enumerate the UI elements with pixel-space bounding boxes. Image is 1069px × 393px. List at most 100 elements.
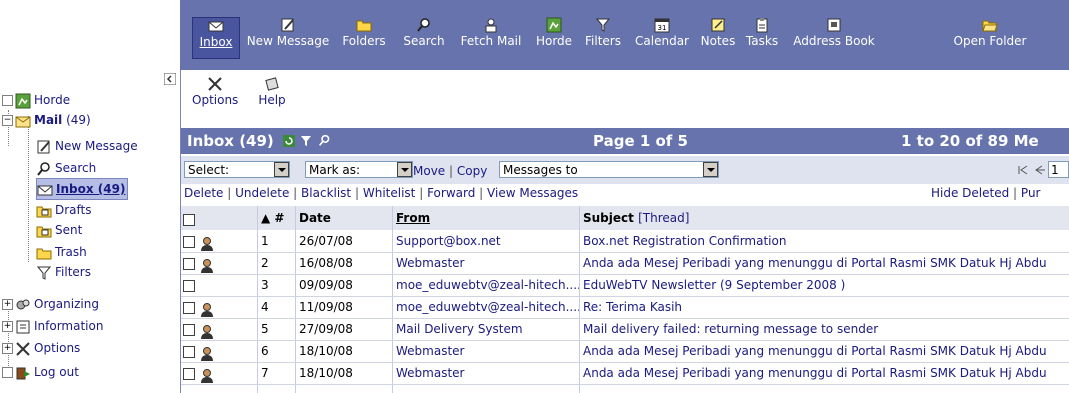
sidebar-item-label: Organizing [34, 297, 99, 311]
toolbar-filters-button[interactable]: Filters [580, 17, 626, 57]
search-icon[interactable] [318, 134, 331, 147]
collapse-sidebar-icon[interactable] [164, 73, 176, 85]
sidebar-item-information[interactable]: + Information [2, 316, 103, 336]
row-checkbox[interactable] [183, 296, 195, 318]
sidebar-item-filters[interactable]: Filters [36, 262, 91, 282]
message-subject[interactable]: Mail delivery failed: returning message … [583, 318, 1069, 340]
sidebar-item-label: Trash [55, 245, 87, 259]
options-icon [16, 341, 30, 356]
table-row[interactable]: 1 26/07/08 Support@box.net Box.net Registra… [181, 230, 1069, 253]
previous-page-icon[interactable] [1033, 164, 1045, 176]
toolbar-address-book-button[interactable]: Address Book [786, 17, 882, 57]
toolbar-fetch-mail-button[interactable]: Fetch Mail [456, 17, 526, 57]
message-subject[interactable]: Box.net Registration Confirmation [583, 230, 1069, 252]
toolbar-tasks-button[interactable]: Tasks [742, 17, 782, 57]
row-checkbox[interactable] [183, 362, 195, 384]
date-header[interactable]: Date [299, 206, 331, 230]
toolbar-inbox-button[interactable]: Inbox [192, 17, 240, 59]
hide-deleted-link[interactable]: Hide Deleted [931, 186, 1009, 200]
toolbar-new-message-button[interactable]: New Message [246, 17, 330, 57]
toolbar-folders-button[interactable]: Folders [336, 17, 392, 57]
toolbar-horde-button[interactable]: Horde [532, 17, 576, 57]
table-row[interactable]: 7 18/10/08 Webmaster Anda ada Mesej Peribad… [181, 362, 1069, 385]
message-number: 1 [261, 234, 269, 248]
tree-expander[interactable]: − [2, 115, 13, 126]
message-from[interactable]: Webmaster [396, 252, 579, 274]
refresh-icon[interactable] [283, 135, 296, 147]
select-dropdown[interactable]: Select: [184, 161, 290, 178]
undelete-link[interactable]: Undelete [235, 186, 289, 200]
delete-link[interactable]: Delete [184, 186, 223, 200]
toolbar-calendar-button[interactable]: 31 Calendar [632, 17, 692, 57]
table-row[interactable]: 5 27/09/08 Mail Delivery System Mail delive… [181, 318, 1069, 341]
view-messages-link[interactable]: View Messages [487, 186, 578, 200]
sort-number-header[interactable]: ▲ # [261, 206, 284, 230]
sidebar-item-label: Inbox (49) [56, 182, 126, 196]
toolbar-open-folder-label: Open Folder [953, 34, 1027, 48]
message-from[interactable]: moe_eduwebtv@zeal-hitech.... [396, 296, 579, 318]
row-checkbox[interactable] [183, 230, 195, 252]
purge-link[interactable]: Pur [1021, 186, 1041, 200]
message-date: 26/07/08 [299, 234, 353, 248]
toolbar-notes-button[interactable]: Notes [698, 17, 738, 57]
row-checkbox[interactable] [183, 252, 195, 274]
messages-to-dropdown[interactable]: Messages to [499, 161, 719, 178]
toolbar-options-button[interactable]: Options [192, 76, 238, 107]
sidebar-item-inbox[interactable]: Inbox (49) [36, 178, 129, 200]
mark-as-dropdown[interactable]: Mark as: [305, 161, 413, 178]
message-subject[interactable]: Anda ada Mesej Peribadi yang menunggu di… [583, 340, 1069, 362]
new-message-icon [37, 140, 50, 153]
sidebar-item-log-out[interactable]: Log out [2, 362, 79, 382]
envelope-icon [37, 185, 53, 195]
sidebar-item-options[interactable]: + Options [2, 338, 80, 358]
row-checkbox[interactable] [183, 340, 195, 362]
message-subject[interactable]: EduWebTV Newsletter (9 September 2008 ) [583, 274, 1069, 296]
blacklist-link[interactable]: Blacklist [301, 186, 351, 200]
message-from[interactable]: Webmaster [396, 362, 579, 384]
forward-link[interactable]: Forward [427, 186, 475, 200]
whitelist-link[interactable]: Whitelist [363, 186, 416, 200]
row-checkbox[interactable] [183, 318, 195, 340]
message-from[interactable]: Support@box.net [396, 230, 579, 252]
page-number-input[interactable]: 1 [1048, 161, 1069, 178]
tree-expander[interactable]: + [2, 299, 13, 310]
sidebar-mail-count: (49) [66, 113, 91, 127]
calendar-icon-day: 31 [658, 24, 667, 32]
first-page-icon[interactable] [1017, 164, 1029, 176]
table-row[interactable]: 2 16/08/08 Webmaster Anda ada Mesej Peribad… [181, 252, 1069, 275]
message-number: 4 [261, 300, 269, 314]
message-subject[interactable]: Re: Terima Kasih [583, 296, 1069, 318]
move-link[interactable]: Move [413, 164, 445, 178]
sidebar-item-new-message[interactable]: New Message [36, 136, 138, 156]
table-row[interactable]: 6 18/10/08 Webmaster Anda ada Mesej Peribad… [181, 340, 1069, 363]
subject-header[interactable]: Subject [Thread] [583, 206, 689, 230]
sidebar-item-drafts[interactable]: Drafts [36, 200, 92, 220]
open-folder-icon [982, 20, 998, 32]
toolbar-open-folder-button[interactable]: Open Folder [950, 17, 1030, 57]
tree-expander[interactable] [2, 95, 13, 106]
message-subject[interactable]: Anda ada Mesej Peribadi yang menunggu di… [583, 252, 1069, 274]
table-row[interactable]: 3 09/09/08 moe_eduwebtv@zeal-hitech.... Edu… [181, 274, 1069, 297]
tree-expander[interactable] [2, 367, 13, 378]
tree-expander[interactable]: + [2, 321, 13, 332]
toolbar-search-button[interactable]: Search [398, 17, 450, 57]
table-row[interactable]: 4 11/09/08 moe_eduwebtv@zeal-hitech.... Re:… [181, 296, 1069, 319]
message-from[interactable]: moe_eduwebtv@zeal-hitech.... [396, 274, 579, 296]
sidebar-item-sent[interactable]: Sent [36, 220, 82, 240]
toolbar-help-button[interactable]: Help [256, 76, 288, 107]
thread-link[interactable]: [Thread] [638, 211, 689, 225]
tree-expander[interactable]: + [2, 343, 13, 354]
message-from[interactable]: Webmaster [396, 340, 579, 362]
filter-icon[interactable] [300, 135, 312, 147]
sidebar-item-mail[interactable]: − Mail (49) [2, 110, 91, 130]
messages-to-dropdown-value: Messages to [503, 163, 578, 177]
row-checkbox[interactable] [183, 274, 195, 296]
message-from[interactable]: Mail Delivery System [396, 318, 579, 340]
message-subject[interactable]: Anda ada Mesej Peribadi yang menunggu di… [583, 362, 1069, 384]
from-header[interactable]: From [396, 206, 430, 230]
sidebar-item-search[interactable]: Search [36, 158, 96, 178]
sidebar-item-organizing[interactable]: + Organizing [2, 294, 99, 314]
copy-link[interactable]: Copy [457, 164, 487, 178]
sidebar-item-trash[interactable]: Trash [36, 242, 87, 262]
sidebar-item-horde[interactable]: Horde [2, 90, 70, 110]
